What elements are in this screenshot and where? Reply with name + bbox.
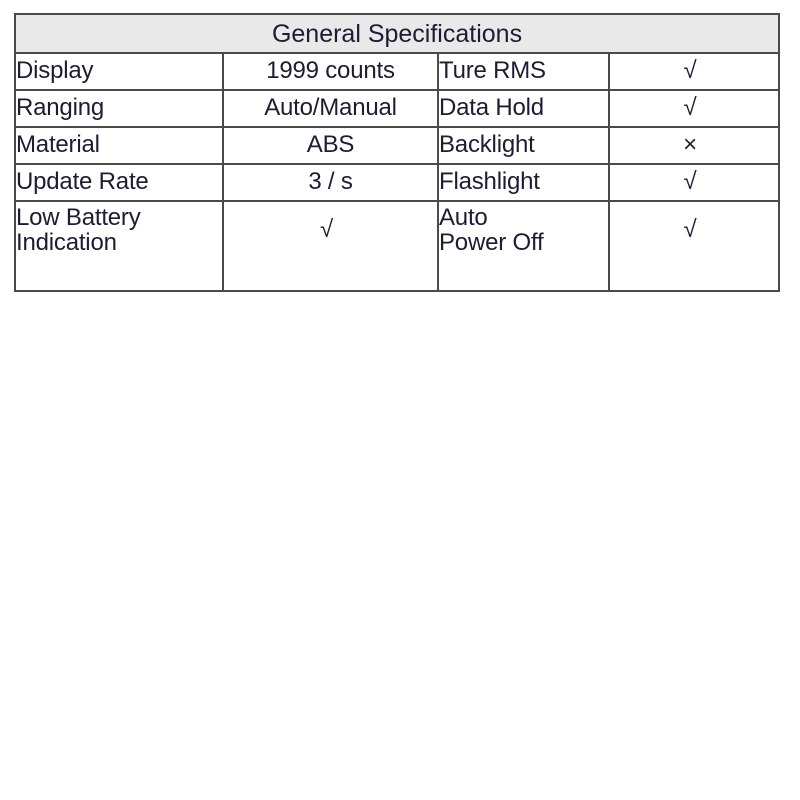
feature-label-line1: Auto bbox=[439, 204, 488, 231]
feature-label-line2: Power Off bbox=[439, 228, 544, 256]
feature-mark-flashlight: √ bbox=[607, 163, 781, 202]
spec-label-display: Display bbox=[14, 52, 224, 91]
table-header-row: General Specifications bbox=[13, 13, 781, 54]
check-icon: √ bbox=[683, 57, 697, 85]
spec-value-update-rate: 3 / s bbox=[222, 163, 439, 202]
table-row: Ranging Auto/Manual Data Hold √ bbox=[14, 89, 781, 128]
table-row: Material ABS Backlight × bbox=[14, 126, 781, 165]
feature-mark-auto-power-off: √ bbox=[607, 200, 781, 292]
feature-label-flashlight: Flashlight bbox=[437, 163, 610, 202]
feature-label-backlight: Backlight bbox=[437, 126, 610, 165]
spec-label-line1: Low Battery bbox=[16, 204, 141, 231]
spec-label-line2: Indication bbox=[16, 228, 117, 256]
feature-mark-data-hold: √ bbox=[607, 89, 781, 128]
specifications-table-container: General Specifications Display 1999 coun… bbox=[13, 13, 781, 292]
check-icon: √ bbox=[320, 216, 333, 243]
check-icon: √ bbox=[683, 216, 697, 243]
table-row: Update Rate 3 / s Flashlight √ bbox=[14, 163, 781, 202]
spec-label-material: Material bbox=[14, 126, 224, 165]
spec-value-low-battery-indication: √ bbox=[222, 200, 439, 292]
spec-label-ranging: Ranging bbox=[14, 89, 224, 128]
table-title: General Specifications bbox=[13, 13, 781, 54]
table-row: Display 1999 counts Ture RMS √ bbox=[14, 52, 781, 91]
spec-value-display: 1999 counts bbox=[222, 52, 439, 91]
feature-mark-backlight: × bbox=[607, 126, 781, 165]
cross-icon: × bbox=[683, 131, 697, 159]
feature-label-true-rms: Ture RMS bbox=[437, 52, 610, 91]
feature-label-auto-power-off: Auto Power Off bbox=[437, 200, 610, 292]
check-icon: √ bbox=[683, 168, 697, 196]
spec-label-update-rate: Update Rate bbox=[14, 163, 224, 202]
feature-label-data-hold: Data Hold bbox=[437, 89, 610, 128]
spec-label-low-battery-indication: Low Battery Indication bbox=[14, 200, 224, 292]
spec-value-material: ABS bbox=[222, 126, 439, 165]
spec-value-ranging: Auto/Manual bbox=[222, 89, 439, 128]
general-specifications-table: General Specifications Display 1999 coun… bbox=[13, 13, 781, 292]
table-row: Low Battery Indication √ Auto Power Off … bbox=[14, 200, 781, 292]
check-icon: √ bbox=[683, 94, 697, 122]
feature-mark-true-rms: √ bbox=[607, 52, 781, 91]
